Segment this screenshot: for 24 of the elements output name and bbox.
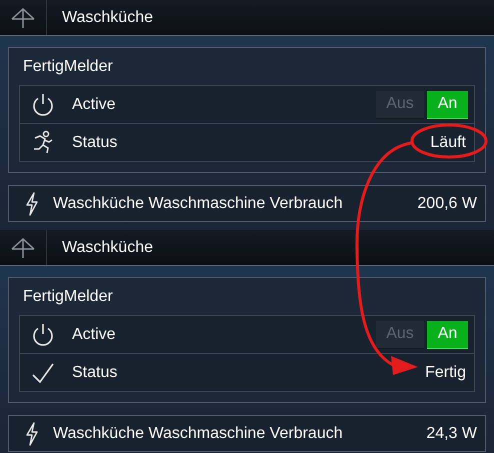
power-icon: [31, 92, 55, 116]
status-value: Fertig: [425, 364, 466, 382]
item-label: Waschküche Waschmaschine Verbrauch: [53, 194, 344, 212]
item-label: Status: [72, 134, 118, 152]
power-icon: [31, 322, 55, 346]
item-value: 200,6 W: [417, 194, 477, 212]
up-arrow-icon[interactable]: [10, 236, 36, 258]
item-label: Status: [72, 364, 118, 382]
group-title: FertigMelder: [23, 288, 113, 306]
toggle-button[interactable]: An: [427, 320, 468, 348]
lightning-icon: [25, 192, 39, 216]
up-arrow-icon[interactable]: [10, 6, 36, 28]
lightning-icon: [25, 422, 39, 446]
status-value: Läuft: [430, 134, 466, 152]
group-title: FertigMelder: [23, 58, 113, 76]
toggle-button[interactable]: An: [427, 90, 468, 118]
page-title: Waschküche: [62, 8, 153, 26]
item-value: 24,3 W: [426, 424, 477, 442]
page-title: Waschküche: [62, 238, 153, 256]
item-label: Waschküche Waschmaschine Verbrauch: [53, 424, 344, 442]
toggle-button[interactable]: Aus: [376, 90, 424, 118]
toggle-button[interactable]: Aus: [376, 320, 424, 348]
item-label: Active: [72, 326, 117, 344]
item-label: Active: [72, 96, 117, 114]
